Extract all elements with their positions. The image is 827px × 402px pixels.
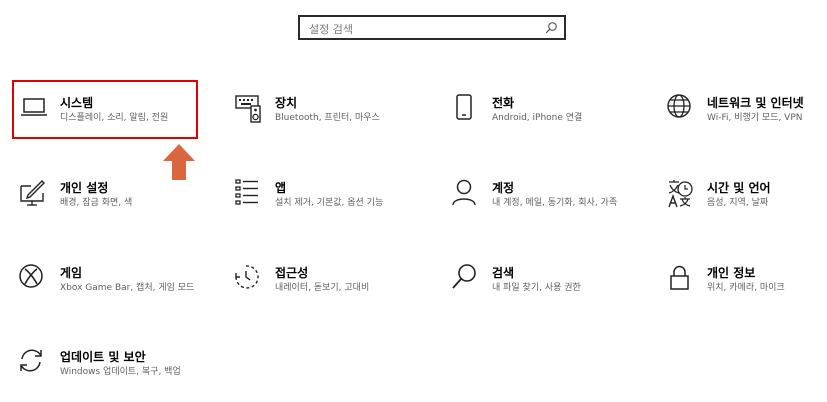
tile-description: Wi-Fi, 비행기 모드, VPN bbox=[707, 113, 803, 123]
tile-apps[interactable]: 앱 설치 제거, 기본값, 옵션 기능 bbox=[234, 179, 404, 219]
tile-description: 배경, 잠금 화면, 색 bbox=[60, 198, 133, 208]
tile-description: 음성, 지역, 날짜 bbox=[707, 198, 769, 208]
paint-icon bbox=[20, 180, 45, 206]
tile-privacy[interactable]: 개인 정보 위치, 카메라, 마이크 bbox=[666, 264, 816, 304]
search-icon bbox=[545, 22, 557, 34]
tile-description: 내레이터, 돋보기, 고대비 bbox=[275, 283, 370, 293]
tile-description: Windows 업데이트, 복구, 백업 bbox=[60, 367, 181, 377]
tile-description: 내 파일 찾기, 사용 권한 bbox=[492, 283, 581, 293]
tile-title: 계정 bbox=[492, 181, 515, 195]
tile-title: 게임 bbox=[60, 266, 83, 280]
tile-accessibility[interactable]: 접근성 내레이터, 돋보기, 고대비 bbox=[234, 264, 404, 304]
tile-title: 시간 및 언어 bbox=[707, 181, 771, 195]
globe-icon bbox=[667, 94, 691, 118]
lock-icon bbox=[670, 265, 689, 290]
arrow-up-icon bbox=[163, 144, 195, 180]
update-sync-icon bbox=[20, 349, 42, 372]
tile-title: 접근성 bbox=[275, 266, 309, 280]
tile-description: Xbox Game Bar, 캡처, 게임 모드 bbox=[60, 283, 195, 293]
time-language-icon bbox=[668, 180, 693, 208]
tile-personalization[interactable]: 개인 설정 배경, 잠금 화면, 색 bbox=[19, 179, 189, 219]
tile-network[interactable]: 네트워크 및 인터넷 Wi-Fi, 비행기 모드, VPN bbox=[666, 94, 816, 134]
tile-gaming[interactable]: 게임 Xbox Game Bar, 캡처, 게임 모드 bbox=[19, 264, 199, 304]
tile-description: Android, iPhone 연결 bbox=[492, 113, 583, 123]
tile-title: 네트워크 및 인터넷 bbox=[707, 96, 804, 110]
tile-title: 장치 bbox=[275, 96, 298, 110]
person-icon bbox=[452, 179, 476, 206]
tile-title: 앱 bbox=[275, 181, 287, 195]
tile-time-language[interactable]: 시간 및 언어 음성, 지역, 날짜 bbox=[666, 179, 816, 219]
tile-update-security[interactable]: 업데이트 및 보안 Windows 업데이트, 복구, 백업 bbox=[19, 348, 199, 388]
apps-list-icon bbox=[235, 179, 258, 205]
tile-title: 전화 bbox=[492, 96, 515, 110]
tile-title: 개인 설정 bbox=[60, 181, 109, 195]
highlight-box bbox=[12, 80, 198, 139]
search-input[interactable]: 설정 검색 bbox=[298, 15, 566, 40]
tile-title: 개인 정보 bbox=[707, 266, 756, 280]
tile-search[interactable]: 검색 내 파일 찾기, 사용 권한 bbox=[451, 264, 621, 304]
tile-accounts[interactable]: 계정 내 계정, 메일, 동기화, 회사, 가족 bbox=[451, 179, 631, 229]
keyboard-speaker-icon bbox=[235, 95, 261, 123]
tile-description: 위치, 카메라, 마이크 bbox=[707, 283, 785, 293]
tile-description: 설치 제거, 기본값, 옵션 기능 bbox=[275, 198, 384, 208]
tile-devices[interactable]: 장치 Bluetooth, 프린터, 마우스 bbox=[234, 94, 404, 134]
tile-description: 내 계정, 메일, 동기화, 회사, 가족 bbox=[492, 198, 618, 208]
tile-title: 업데이트 및 보안 bbox=[60, 350, 146, 364]
phone-icon bbox=[456, 94, 472, 120]
xbox-icon bbox=[19, 264, 43, 288]
tile-title: 검색 bbox=[492, 266, 515, 280]
search-magnifier-icon bbox=[452, 264, 476, 289]
search-placeholder: 설정 검색 bbox=[309, 23, 353, 36]
accessibility-timer-icon bbox=[235, 265, 259, 289]
tile-description: Bluetooth, 프린터, 마우스 bbox=[275, 113, 380, 123]
tile-phone[interactable]: 전화 Android, iPhone 연결 bbox=[451, 94, 621, 134]
